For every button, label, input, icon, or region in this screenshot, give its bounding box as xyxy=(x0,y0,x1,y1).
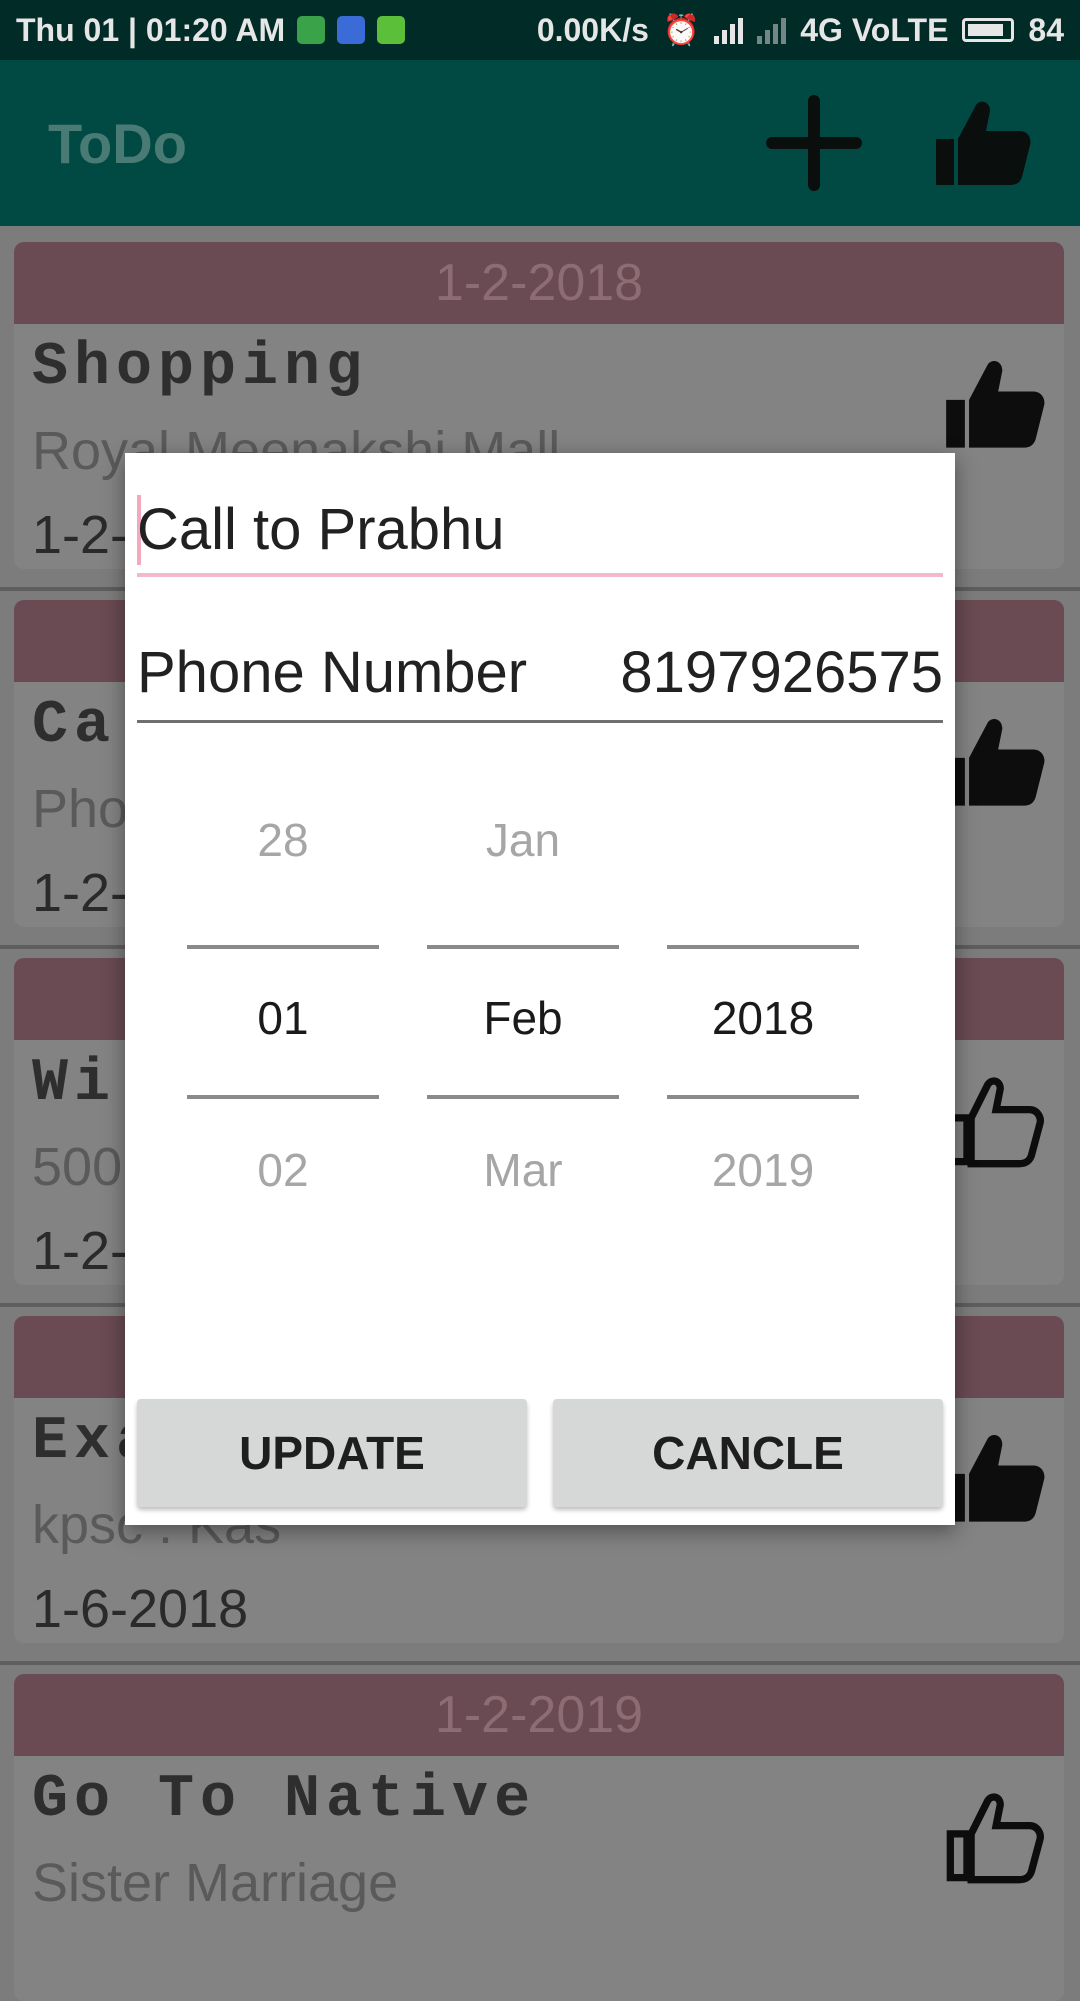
thumbs-up-icon[interactable] xyxy=(932,95,1032,191)
thumbs-up-outline-icon[interactable] xyxy=(942,1068,1046,1172)
signal-icon xyxy=(714,16,744,44)
cancel-button[interactable]: CANCLE xyxy=(553,1399,943,1507)
signal-icon-2 xyxy=(757,16,787,44)
battery-level: 84 xyxy=(1028,11,1064,48)
alarm-icon: ⏰ xyxy=(662,13,701,47)
month-picker[interactable]: Jan Feb Mar xyxy=(427,813,619,1196)
android-icon xyxy=(377,16,406,44)
card-date: 1-2- xyxy=(32,1221,129,1281)
card-title: Wi xyxy=(32,1050,117,1118)
title-input-value: Call to Prabhu xyxy=(137,497,505,562)
update-button[interactable]: UPDATE xyxy=(137,1399,527,1507)
phone-value: 8197926575 xyxy=(620,640,943,705)
battery-icon xyxy=(962,18,1015,42)
thumbs-up-icon[interactable] xyxy=(942,710,1046,814)
picker-divider xyxy=(427,1095,619,1099)
network-type: 4G VoLTE xyxy=(800,11,949,48)
year-selected[interactable]: 2018 xyxy=(667,991,859,1045)
year-next[interactable]: 2019 xyxy=(667,1143,859,1197)
card-date-header: 1-2-2018 xyxy=(14,242,1064,324)
day-prev[interactable]: 28 xyxy=(187,813,379,867)
card-title: Ca xyxy=(32,692,117,760)
status-bar: Thu 01 | 01:20 AM 0.00K/s ⏰ 4G VoLTE 84 xyxy=(0,0,1080,60)
phone-app-icon xyxy=(337,16,366,44)
card-date-header: 1-2-2019 xyxy=(14,1674,1064,1756)
app-bar: ToDo xyxy=(0,60,1080,226)
card-date: 1-6-2018 xyxy=(32,1579,249,1639)
month-selected[interactable]: Feb xyxy=(427,991,619,1045)
picker-divider xyxy=(427,945,619,949)
card-subtitle: Pho xyxy=(32,779,129,839)
card-title: Go To Native xyxy=(32,1766,537,1834)
todo-card[interactable]: 1-2-2019 Go To Native Sister Marriage xyxy=(14,1674,1064,2001)
thumbs-up-icon[interactable] xyxy=(942,352,1046,456)
status-time: Thu 01 | 01:20 AM xyxy=(16,11,286,48)
day-picker[interactable]: 28 01 02 xyxy=(187,813,379,1196)
phone-field[interactable]: Phone Number 8197926575 xyxy=(137,625,943,723)
title-input[interactable]: Call to Prabhu xyxy=(137,483,943,577)
card-subtitle: 500 xyxy=(32,1137,123,1197)
thumbs-up-outline-icon[interactable] xyxy=(942,1784,1046,1888)
year-picker[interactable]: 2018 2019 xyxy=(667,813,859,1196)
picker-divider xyxy=(667,945,859,949)
network-speed: 0.00K/s xyxy=(536,11,649,48)
picker-divider xyxy=(187,945,379,949)
notification-icon xyxy=(297,16,326,44)
card-title: Shopping xyxy=(32,334,369,402)
month-prev[interactable]: Jan xyxy=(427,813,619,867)
divider xyxy=(0,1661,1080,1665)
edit-todo-dialog: Call to Prabhu Phone Number 8197926575 2… xyxy=(125,453,955,1525)
thumbs-up-icon[interactable] xyxy=(942,1426,1046,1530)
day-next[interactable]: 02 xyxy=(187,1143,379,1197)
day-selected[interactable]: 01 xyxy=(187,991,379,1045)
picker-divider xyxy=(667,1095,859,1099)
card-date: 1-2- xyxy=(32,505,129,565)
month-next[interactable]: Mar xyxy=(427,1143,619,1197)
phone-label: Phone Number xyxy=(137,640,528,705)
plus-icon[interactable] xyxy=(766,95,862,191)
picker-divider xyxy=(187,1095,379,1099)
card-date: 1-2- xyxy=(32,863,129,923)
card-subtitle: Sister Marriage xyxy=(32,1853,399,1913)
app-title: ToDo xyxy=(48,111,187,175)
